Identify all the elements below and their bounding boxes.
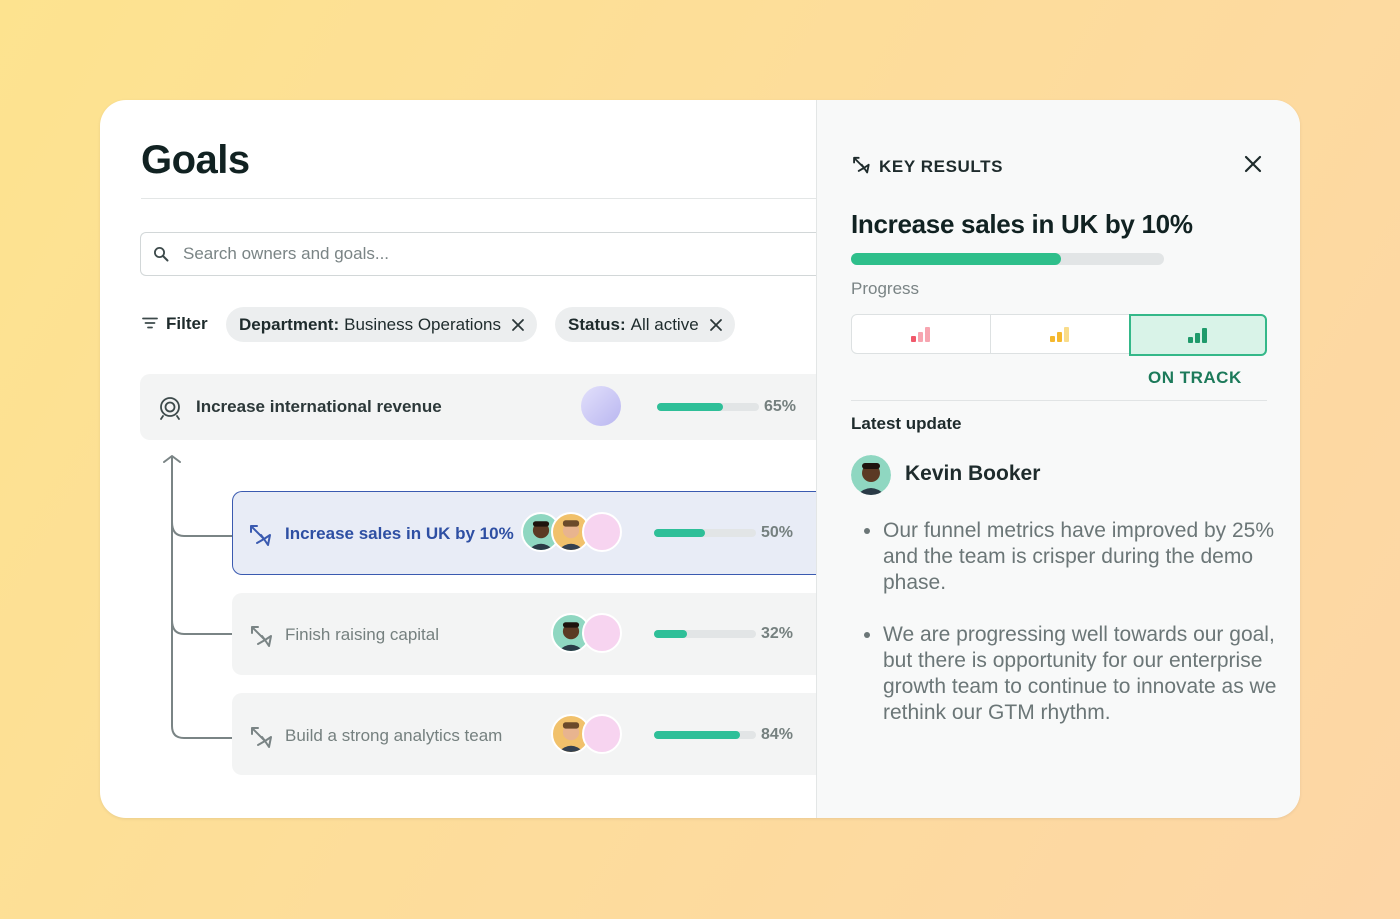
- avatar: [581, 386, 621, 426]
- progress-label: Progress: [851, 279, 920, 298]
- goals-panel: Goals Filter Department: Business Operat…: [100, 100, 831, 818]
- goal-row-parent[interactable]: Increase international revenue 65%: [140, 374, 816, 440]
- panel-header: KEY RESULTS: [851, 154, 1003, 179]
- avatar: [851, 455, 891, 495]
- progress-percent: 32%: [761, 625, 794, 642]
- latest-update-heading: Latest update: [851, 414, 962, 433]
- title-divider: [141, 198, 816, 199]
- avatar: [582, 613, 622, 653]
- progress-fill: [851, 253, 1061, 265]
- bar-chart-icon: [1188, 328, 1207, 343]
- key-result-icon: [248, 622, 274, 653]
- key-result-row[interactable]: Finish raising capital 32%: [232, 593, 816, 675]
- key-result-title: Finish raising capital: [285, 625, 440, 644]
- department-filter-chip[interactable]: Department: Business Operations: [226, 307, 537, 342]
- close-icon[interactable]: [1243, 154, 1263, 179]
- status-option-off-track[interactable]: [851, 314, 991, 354]
- bar-chart-icon: [1050, 327, 1069, 342]
- bar-chart-icon: [911, 327, 930, 342]
- progress-bar: [654, 529, 756, 537]
- close-icon[interactable]: [709, 318, 723, 332]
- update-list: Our funnel metrics have improved by 25% …: [861, 518, 1293, 752]
- key-result-title: Increase sales in UK by 10%: [285, 524, 514, 543]
- progress-fill: [654, 529, 705, 537]
- status-option-at-risk[interactable]: [990, 314, 1130, 354]
- status-option-on-track[interactable]: [1129, 314, 1267, 356]
- search-input[interactable]: [181, 233, 785, 275]
- close-icon[interactable]: [511, 318, 525, 332]
- author-name: Kevin Booker: [905, 462, 1041, 485]
- panel-header-label: KEY RESULTS: [879, 156, 1004, 176]
- search-box[interactable]: [140, 232, 831, 276]
- chip-key: Status:: [568, 314, 626, 334]
- key-result-icon: [851, 154, 871, 179]
- progress-bar: [654, 731, 756, 739]
- progress-percent: 50%: [761, 524, 794, 541]
- chip-value: All active: [630, 314, 699, 334]
- key-result-panel: KEY RESULTS Increase sales in UK by 10% …: [816, 100, 1300, 818]
- key-result-row[interactable]: Increase sales in UK by 10% 50%: [232, 491, 816, 575]
- list-item: We are progressing well towards our goal…: [883, 622, 1293, 726]
- progress-bar: [657, 403, 759, 411]
- list-item: Our funnel metrics have improved by 25% …: [883, 518, 1293, 596]
- avatar: [582, 714, 622, 754]
- status-filter-chip[interactable]: Status: All active: [555, 307, 735, 342]
- key-result-icon: [248, 723, 274, 754]
- status-label: ON TRACK: [1148, 368, 1242, 387]
- status-selector: [851, 314, 1267, 356]
- progress-bar: [851, 253, 1164, 265]
- progress-fill: [657, 403, 724, 411]
- progress-fill: [654, 630, 687, 638]
- progress-bar: [654, 630, 756, 638]
- progress-fill: [654, 731, 740, 739]
- progress-percent: 65%: [764, 398, 797, 415]
- tree-connector: [163, 455, 232, 739]
- key-result-title: Increase sales in UK by 10%: [851, 209, 1193, 239]
- goals-card: Goals Filter Department: Business Operat…: [100, 100, 1300, 818]
- chip-key: Department:: [239, 314, 340, 334]
- key-result-icon: [247, 521, 273, 552]
- avatar: [582, 512, 622, 552]
- chip-value: Business Operations: [344, 314, 501, 334]
- key-result-row[interactable]: Build a strong analytics team 84%: [232, 693, 816, 775]
- divider: [851, 400, 1267, 401]
- progress-percent: 84%: [761, 726, 794, 743]
- key-result-title: Build a strong analytics team: [285, 726, 503, 745]
